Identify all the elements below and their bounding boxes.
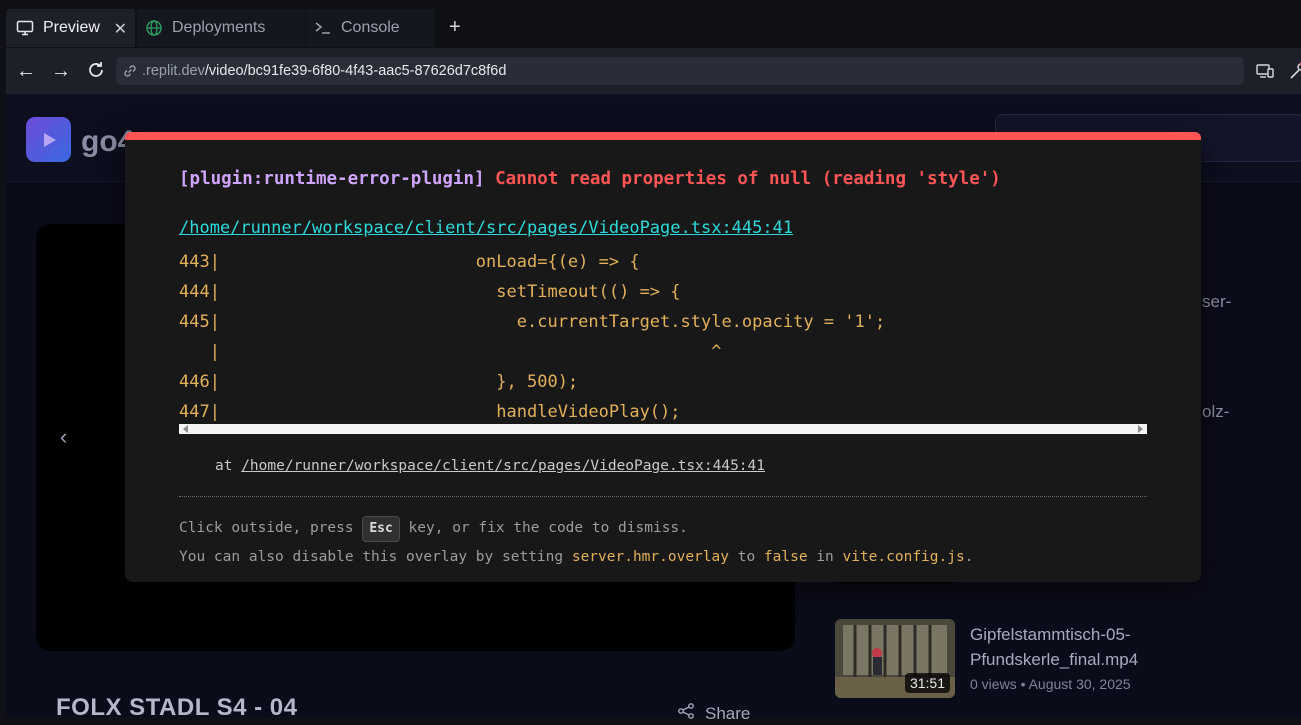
error-plugin: [plugin:runtime-error-plugin]: [179, 169, 485, 189]
tip-text: .: [964, 549, 974, 565]
config-value: false: [763, 549, 808, 565]
url-domain: .replit.dev: [142, 63, 205, 79]
error-message: [plugin:runtime-error-plugin] Cannot rea…: [179, 169, 1001, 189]
horizontal-scrollbar[interactable]: [179, 424, 1147, 434]
forward-icon[interactable]: →: [50, 60, 72, 82]
tab-deployments[interactable]: Deployments: [137, 9, 305, 47]
share-button[interactable]: Share: [677, 702, 750, 725]
devtools-icon[interactable]: [1287, 61, 1301, 81]
sidebar-title-fragment: ser-: [1202, 292, 1232, 311]
video-title: FOLX STADL S4 - 04: [56, 694, 298, 721]
tab-preview-label: Preview: [43, 19, 100, 36]
tab-deployments-label: Deployments: [172, 19, 266, 36]
tip-text: Click outside, press: [179, 520, 363, 536]
play-logo-icon[interactable]: [26, 117, 71, 162]
tip-text: to: [728, 549, 764, 565]
stack-prefix: at: [215, 458, 242, 474]
globe-icon: [145, 19, 163, 37]
error-overlay[interactable]: [plugin:runtime-error-plugin] Cannot rea…: [125, 132, 1201, 582]
reload-icon[interactable]: [85, 60, 107, 82]
share-icon: [677, 702, 695, 725]
recommended-video-meta: 0 views • August 30, 2025: [970, 676, 1131, 692]
back-icon[interactable]: ←: [15, 60, 37, 82]
close-icon[interactable]: ✕: [114, 19, 127, 39]
error-file-link[interactable]: /home/runner/workspace/client/src/pages/…: [179, 218, 793, 238]
scroll-left-icon[interactable]: [183, 425, 188, 433]
recommended-video-title[interactable]: Gipfelstammtisch-05-Pfundskerle_final.mp…: [970, 622, 1230, 672]
tip-text: You can also disable this overlay by set…: [179, 549, 572, 565]
url-path: /video/bc91fe39-6f80-4f43-aac5-87626d7c8…: [204, 63, 507, 79]
new-tab-icon[interactable]: +: [449, 17, 461, 37]
link-icon: [122, 63, 138, 79]
share-label: Share: [705, 703, 751, 723]
sidebar-title-fragment: olz-: [1202, 402, 1230, 421]
monitor-icon: [16, 19, 34, 37]
config-key: server.hmr.overlay: [571, 549, 729, 565]
tab-strip: Preview ✕ Deployments Console +: [0, 0, 1301, 48]
dismiss-tip: Click outside, press Esc key, or fix the…: [179, 516, 688, 542]
address-bar: ← → .replit.dev /video/bc91fe39-6f80-4f4…: [6, 48, 1301, 94]
url-field[interactable]: .replit.dev /video/bc91fe39-6f80-4f43-aa…: [116, 57, 1244, 85]
tab-console[interactable]: Console: [306, 9, 435, 47]
tab-console-label: Console: [341, 19, 400, 36]
tip-text: key, or fix the code to dismiss.: [399, 520, 688, 536]
error-text: Cannot read properties of null (reading …: [495, 169, 1001, 189]
divider: [179, 496, 1147, 497]
recommended-video[interactable]: 31:51 Gipfelstammtisch-05-Pfundskerle_fi…: [835, 619, 1235, 704]
scroll-right-icon[interactable]: [1138, 425, 1143, 433]
stack-file-link[interactable]: /home/runner/workspace/client/src/pages/…: [241, 458, 765, 474]
chevron-left-icon[interactable]: ‹: [60, 424, 67, 450]
disable-tip: You can also disable this overlay by set…: [179, 549, 973, 565]
config-file: vite.config.js: [842, 549, 965, 565]
video-thumbnail[interactable]: 31:51: [835, 619, 955, 698]
devices-icon[interactable]: [1255, 61, 1275, 81]
tab-preview[interactable]: Preview ✕: [6, 9, 135, 47]
esc-key: Esc: [362, 516, 400, 542]
terminal-icon: [314, 19, 332, 37]
duration-badge: 31:51: [904, 673, 950, 693]
tip-text: in: [807, 549, 843, 565]
code-frame: 443| onLoad={(e) => { 444| setTimeout(()…: [179, 252, 886, 422]
stack-trace: at /home/runner/workspace/client/src/pag…: [215, 458, 765, 474]
